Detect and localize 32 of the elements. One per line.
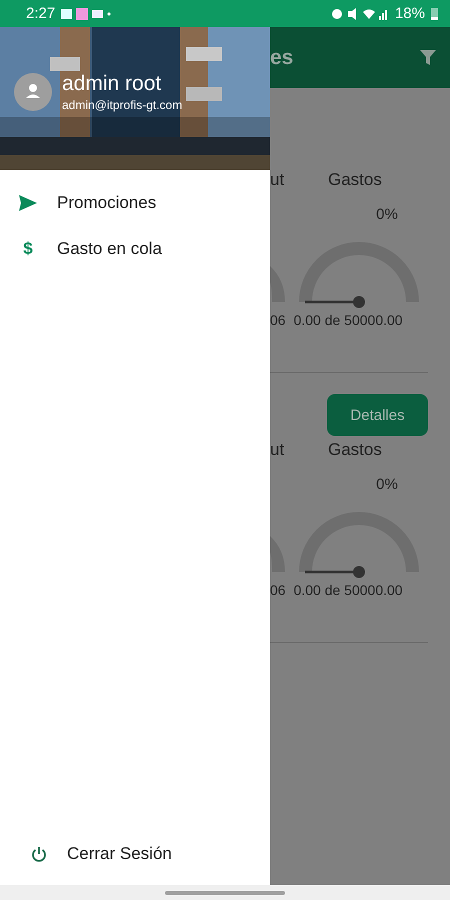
gauge-arc [270, 266, 285, 302]
value-text: 06 [270, 582, 286, 598]
value-text: 0.00 de 50000.00 [294, 582, 403, 598]
send-icon [19, 195, 37, 211]
column-label: ut [270, 440, 286, 460]
filter-icon[interactable] [420, 50, 436, 66]
details-button[interactable]: Detalles [327, 394, 428, 436]
notification-icons [61, 8, 112, 20]
percent-text: 0% [376, 476, 398, 492]
battery-icon [431, 7, 438, 20]
system-status-icons [330, 8, 389, 20]
column-label: Gastos [328, 170, 382, 190]
value-text: 0.00 de 50000.00 [294, 312, 403, 328]
percent-text: 0% [376, 206, 398, 222]
user-name: admin root [62, 72, 162, 96]
battery-percent: 18% [394, 5, 425, 22]
menu-item[interactable]: $ Gasto en cola [0, 226, 270, 272]
home-handle[interactable] [165, 890, 285, 894]
gauge-needle [305, 566, 365, 578]
gauge-needle [305, 296, 365, 308]
column-label: Gastos [328, 440, 382, 460]
power-icon [31, 846, 47, 862]
gauge-arc [270, 536, 285, 572]
menu-item[interactable]: Promociones [0, 180, 270, 226]
logout-item[interactable]: Cerrar Sesión [0, 825, 270, 883]
dollar-icon: $ [19, 239, 37, 259]
column-label: ut [270, 170, 286, 190]
value-text: 06 [270, 312, 286, 328]
status-time: 2:27 [26, 5, 56, 22]
avatar-icon [14, 73, 52, 111]
app-title: es [270, 46, 294, 70]
user-email: admin@itprofis-gt.com [62, 98, 182, 112]
